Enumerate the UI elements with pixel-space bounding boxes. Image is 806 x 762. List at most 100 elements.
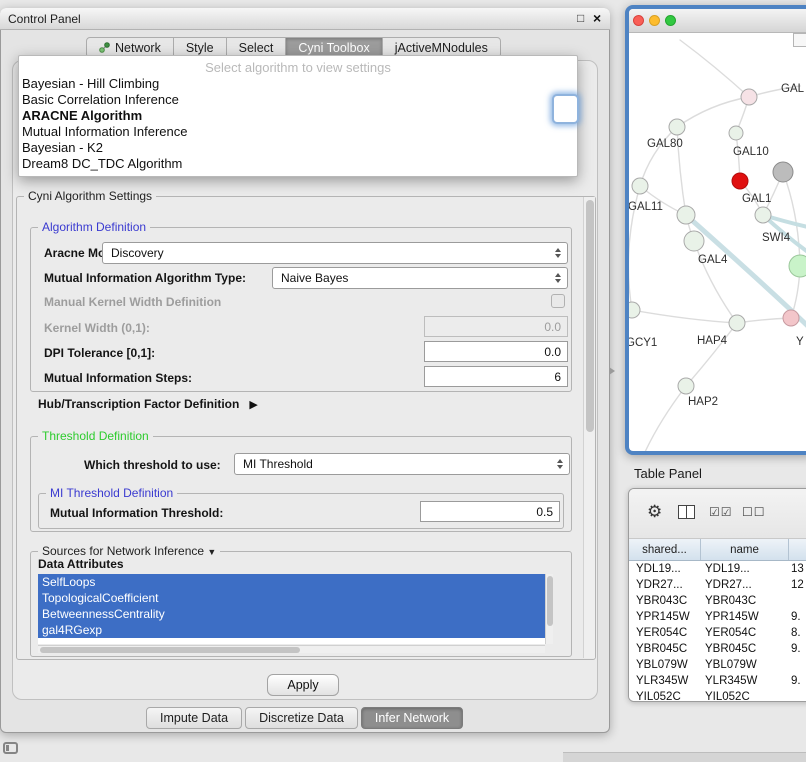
- table-row[interactable]: YBR043CYBR043C: [629, 593, 806, 609]
- expanded-arrow-icon[interactable]: ▼: [207, 547, 216, 557]
- network-node[interactable]: [773, 162, 793, 182]
- table-header: shared... name: [629, 539, 806, 561]
- network-node[interactable]: [678, 378, 694, 394]
- network-edge[interactable]: [680, 40, 749, 97]
- mi-threshold-input[interactable]: [420, 501, 560, 522]
- network-node[interactable]: [669, 119, 685, 135]
- gear-icon[interactable]: ⚙: [647, 502, 662, 522]
- algorithm-option-aracne-algorithm[interactable]: ARACNE Algorithm: [19, 108, 577, 124]
- table-row[interactable]: YBR045CYBR045C9.: [629, 641, 806, 657]
- collapsed-arrow-icon[interactable]: ▶: [249, 398, 257, 411]
- split-pane-arrow-icon[interactable]: [609, 367, 615, 375]
- network-node-label: GAL: [781, 83, 805, 95]
- table-cell: YDL19...: [629, 563, 701, 575]
- which-threshold-select[interactable]: MI Threshold: [234, 453, 570, 475]
- network-node[interactable]: [732, 173, 748, 189]
- network-edge[interactable]: [640, 127, 677, 186]
- settings-scrollbar-thumb[interactable]: [586, 200, 594, 432]
- network-node[interactable]: [729, 315, 745, 331]
- hub-definition-section[interactable]: Hub/Transcription Factor Definition ▶: [38, 397, 258, 411]
- combo-arrows-icon: [555, 248, 561, 258]
- mi-algorithm-type-select[interactable]: Naive Bayes: [272, 267, 568, 289]
- aracne-mode-select[interactable]: Discovery: [102, 242, 568, 264]
- algorithm-option-bayesian-k2[interactable]: Bayesian - K2: [19, 140, 577, 156]
- mi-algorithm-type-value: Naive Bayes: [281, 271, 348, 285]
- network-node[interactable]: [677, 206, 695, 224]
- dpi-tolerance-input[interactable]: [424, 341, 568, 362]
- table-row[interactable]: YPR145WYPR145W9.: [629, 609, 806, 625]
- tab-label: Cyni Toolbox: [298, 41, 369, 55]
- network-edge[interactable]: [677, 97, 749, 127]
- minimize-traffic-light[interactable]: [649, 15, 660, 26]
- close-traffic-light[interactable]: [633, 15, 644, 26]
- table-row[interactable]: YIL052CYIL052C: [629, 689, 806, 701]
- dpi-tolerance-label: DPI Tolerance [0,1]:: [44, 346, 155, 360]
- network-node[interactable]: [755, 207, 771, 223]
- algorithm-combo-focus-fragment[interactable]: [552, 94, 579, 124]
- network-node-label: SWI4: [762, 232, 791, 244]
- table-row[interactable]: YBL079WYBL079W: [629, 657, 806, 673]
- table-cell: 9.: [789, 611, 806, 623]
- bottom-tab-impute-data[interactable]: Impute Data: [146, 707, 242, 729]
- table-row[interactable]: YDL19...YDL19...13: [629, 561, 806, 577]
- bottom-tab-discretize-data[interactable]: Discretize Data: [245, 707, 358, 729]
- table-cell: 8.: [789, 627, 806, 639]
- select-all-columns-icon[interactable]: ☑☑: [709, 505, 733, 519]
- deselect-all-columns-icon[interactable]: ☐☐: [742, 505, 766, 519]
- column-header-partial[interactable]: [789, 539, 806, 560]
- algorithm-option-mutual-information-inference[interactable]: Mutual Information Inference: [19, 124, 577, 140]
- close-window-icon[interactable]: ×: [593, 10, 601, 26]
- table-cell: YDR27...: [701, 579, 789, 591]
- table-cell: YLR345W: [701, 675, 789, 687]
- network-edge[interactable]: [783, 172, 800, 266]
- table-row[interactable]: YLR345WYLR345W9.: [629, 673, 806, 689]
- column-header-name[interactable]: name: [701, 539, 789, 560]
- sources-list-vscrollbar[interactable]: [545, 574, 553, 644]
- network-scrollbar-corner[interactable]: [793, 33, 806, 47]
- mi-steps-input[interactable]: [424, 366, 568, 387]
- panel-dock-icon[interactable]: [3, 742, 18, 754]
- network-window-titlebar[interactable]: [629, 9, 806, 33]
- settings-scrollbar[interactable]: [583, 197, 595, 658]
- network-node[interactable]: [729, 126, 743, 140]
- table-row[interactable]: YDR27...YDR27...12: [629, 577, 806, 593]
- network-edge[interactable]: [632, 310, 737, 323]
- data-attribute-option-gal4rgexp[interactable]: gal4RGexp: [38, 622, 545, 638]
- table-cell: YBL079W: [701, 659, 789, 671]
- algorithm-dropdown-list: Select algorithm to view settings Bayesi…: [18, 55, 578, 177]
- network-node-label: HAP2: [688, 396, 718, 408]
- network-node[interactable]: [684, 231, 704, 251]
- table-row[interactable]: YER054CYER054C8.: [629, 625, 806, 641]
- kernel-width-label: Kernel Width (0,1):: [44, 321, 150, 335]
- network-node-label: GCY1: [629, 337, 657, 349]
- network-node[interactable]: [629, 302, 640, 318]
- table-cell: 9.: [789, 643, 806, 655]
- algorithm-option-dream8-dc-tdc-algorithm[interactable]: Dream8 DC_TDC Algorithm: [19, 156, 577, 172]
- bottom-tab-infer-network[interactable]: Infer Network: [361, 707, 463, 729]
- dropdown-placeholder: Select algorithm to view settings: [19, 59, 577, 76]
- network-canvas[interactable]: GALGAL80GAL10GAL11GAL1SWI4GAL4GCY1HAP4HA…: [629, 33, 806, 451]
- network-edge[interactable]: [686, 323, 737, 386]
- network-node[interactable]: [741, 89, 757, 105]
- table-cell: YIL052C: [701, 691, 789, 701]
- network-edge[interactable]: [645, 386, 686, 451]
- network-node[interactable]: [789, 255, 806, 277]
- control-panel-titlebar[interactable]: Control Panel □ ×: [0, 8, 610, 30]
- data-attribute-option-topologicalcoefficient[interactable]: TopologicalCoefficient: [38, 590, 545, 606]
- sources-vscroll-thumb[interactable]: [547, 576, 553, 626]
- data-attribute-option-betweennesscentrality[interactable]: BetweennessCentrality: [38, 606, 545, 622]
- data-attribute-option-selfloops[interactable]: SelfLoops: [38, 574, 545, 590]
- show-columns-icon[interactable]: [678, 505, 695, 519]
- column-header-shared[interactable]: shared...: [629, 539, 701, 560]
- apply-button[interactable]: Apply: [267, 674, 339, 696]
- algorithm-option-basic-correlation-inference[interactable]: Basic Correlation Inference: [19, 92, 577, 108]
- table-cell: YBR043C: [701, 595, 789, 607]
- network-node[interactable]: [783, 310, 799, 326]
- zoom-traffic-light[interactable]: [665, 15, 676, 26]
- data-attributes-list[interactable]: SelfLoopsTopologicalCoefficientBetweenne…: [38, 574, 545, 644]
- float-window-icon[interactable]: □: [577, 11, 584, 25]
- algorithm-option-bayesian-hill-climbing[interactable]: Bayesian - Hill Climbing: [19, 76, 577, 92]
- sources-list-hscrollbar[interactable]: [38, 645, 545, 653]
- network-node[interactable]: [632, 178, 648, 194]
- sources-hscroll-thumb[interactable]: [40, 647, 300, 653]
